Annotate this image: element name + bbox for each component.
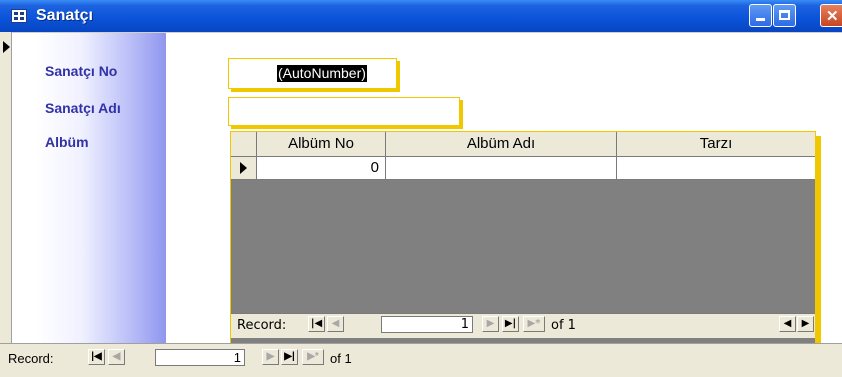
datasheet-header: Albüm No Albüm Adı Tarzı (231, 132, 815, 157)
current-record-arrow-icon (3, 41, 10, 53)
minimize-button[interactable] (749, 4, 772, 27)
column-header-tarzi[interactable]: Tarzı (617, 132, 815, 156)
maximize-button[interactable] (773, 4, 796, 27)
column-header-album-no[interactable]: Albüm No (257, 132, 386, 156)
current-row-arrow-icon (240, 162, 247, 174)
subform-record-nav: Record: |◀ ◀ 1 ▶ ▶| ▶* of 1 ◀ ▶ (231, 313, 815, 338)
subform-scroll-right-button[interactable]: ▶ (797, 316, 814, 332)
close-button[interactable] (820, 4, 842, 27)
new-record-button[interactable]: ▶* (302, 349, 324, 365)
column-header-album-adi[interactable]: Albüm Adı (386, 132, 617, 156)
first-record-button[interactable]: |◀ (88, 349, 105, 365)
window-title: Sanatçı (36, 7, 93, 24)
sanatci-no-field[interactable]: (AutoNumber) (228, 58, 397, 89)
cell-album-no[interactable]: 0 (257, 157, 386, 179)
main-record-label: Record: (8, 351, 54, 366)
sanatci-adi-field[interactable] (228, 97, 460, 126)
main-record-count: of 1 (330, 351, 352, 366)
form-icon (11, 9, 27, 23)
label-sanatci-adi: Sanatçı Adı (45, 100, 121, 116)
prev-record-button[interactable]: ◀ (108, 349, 125, 365)
subform-prev-record-button[interactable]: ◀ (327, 316, 344, 332)
subform-new-record-button[interactable]: ▶* (523, 316, 545, 332)
main-record-nav: Record: |◀ ◀ 1 ▶ ▶| ▶* of 1 (0, 343, 842, 377)
subform-record-label: Record: (237, 318, 287, 333)
row-selector[interactable] (231, 157, 257, 179)
record-selector[interactable] (0, 32, 12, 343)
label-album: Albüm (45, 134, 89, 150)
sanatci-no-value: (AutoNumber) (277, 65, 367, 82)
cell-album-adi[interactable] (386, 157, 617, 179)
label-sanatci-no: Sanatçı No (45, 63, 118, 79)
subform-record-number-input[interactable]: 1 (381, 316, 473, 333)
record-number-input[interactable]: 1 (155, 349, 245, 366)
album-subform[interactable]: Albüm No Albüm Adı Tarzı 0 Record: |◀ ◀ … (230, 131, 816, 345)
subform-next-record-button[interactable]: ▶ (482, 316, 499, 332)
subform-record-count: of 1 (551, 318, 576, 333)
subform-first-record-button[interactable]: |◀ (308, 316, 325, 332)
label-gradient-strip (36, 33, 166, 344)
select-all-corner[interactable] (231, 132, 257, 156)
subform-scroll-left-button[interactable]: ◀ (779, 316, 796, 332)
cell-tarzi[interactable] (617, 157, 815, 179)
subform-last-record-button[interactable]: ▶| (502, 316, 519, 332)
next-record-button[interactable]: ▶ (262, 349, 279, 365)
title-bar[interactable]: Sanatçı (0, 0, 842, 32)
last-record-button[interactable]: ▶| (281, 349, 298, 365)
table-row[interactable]: 0 (231, 157, 815, 180)
